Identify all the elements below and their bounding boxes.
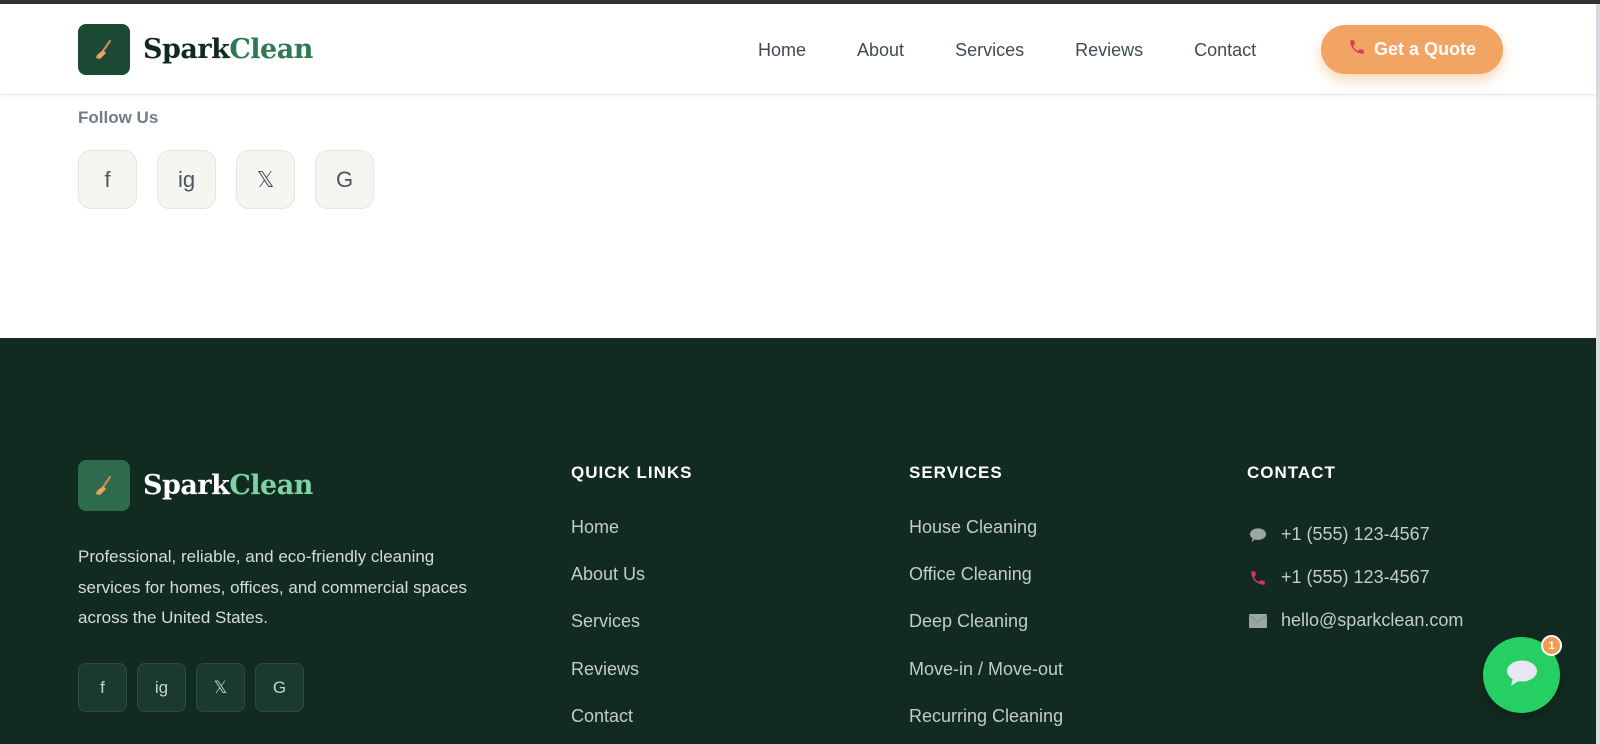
brand-name-part2: Clean (229, 34, 313, 65)
footer-link-about-us[interactable]: About Us (571, 564, 693, 611)
facebook-icon[interactable]: f (78, 663, 127, 712)
footer-social-links: f ig 𝕏 G (78, 663, 314, 712)
contact-whatsapp[interactable]: +1 (555) 123-4567 (1247, 513, 1463, 556)
main-nav: Home About Services Reviews Contact (758, 40, 1256, 61)
footer-brand-name: SparkClean (143, 470, 313, 501)
footer-link-reviews[interactable]: Reviews (571, 659, 693, 706)
footer-link-services[interactable]: Services (571, 611, 693, 658)
footer-link-contact[interactable]: Contact (571, 706, 693, 744)
broom-icon (78, 460, 130, 511)
footer-brand-part1: Spark (143, 470, 230, 501)
contact-column: CONTACT +1 (555) 123-4567 +1 (555) 123-4… (1247, 463, 1463, 642)
get-a-quote-label: Get a Quote (1373, 39, 1476, 59)
footer-link-home[interactable]: Home (571, 517, 693, 564)
contact-phone[interactable]: +1 (555) 123-4567 (1247, 556, 1463, 599)
brand-logo[interactable]: SparkClean (78, 24, 313, 75)
service-link-office-cleaning[interactable]: Office Cleaning (909, 564, 1063, 611)
envelope-icon (1247, 612, 1269, 630)
service-link-move-in-move-out[interactable]: Move-in / Move-out (909, 659, 1063, 706)
contact-heading: CONTACT (1247, 463, 1336, 482)
x-twitter-icon[interactable]: 𝕏 (236, 150, 295, 209)
follow-social-links: f ig 𝕏 G (78, 150, 394, 209)
get-a-quote-button[interactable]: Get a Quote (1321, 25, 1503, 74)
chat-bubble-icon (1505, 658, 1539, 692)
site-footer: SparkClean Professional, reliable, and e… (0, 338, 1596, 744)
phone-icon (1348, 38, 1366, 61)
services-heading: SERVICES (909, 463, 1003, 482)
brand-name: SparkClean (143, 34, 313, 65)
service-link-recurring-cleaning[interactable]: Recurring Cleaning (909, 706, 1063, 744)
instagram-icon[interactable]: ig (137, 663, 186, 712)
nav-home[interactable]: Home (758, 40, 806, 61)
follow-us-label: Follow Us (78, 108, 159, 127)
google-icon[interactable]: G (315, 150, 374, 209)
service-link-house-cleaning[interactable]: House Cleaning (909, 517, 1063, 564)
quick-links-heading: QUICK LINKS (571, 463, 693, 482)
chat-bubble-icon (1247, 526, 1269, 544)
facebook-icon[interactable]: f (78, 150, 137, 209)
phone-icon (1247, 569, 1269, 587)
google-icon[interactable]: G (255, 663, 304, 712)
contact-email-address: hello@sparkclean.com (1281, 610, 1464, 630)
contact-email[interactable]: hello@sparkclean.com (1247, 599, 1463, 642)
nav-reviews[interactable]: Reviews (1075, 40, 1143, 61)
footer-brand-logo[interactable]: SparkClean (78, 460, 313, 511)
page-scrollbar[interactable] (1596, 4, 1600, 744)
broom-icon (78, 24, 130, 75)
nav-services[interactable]: Services (955, 40, 1024, 61)
services-column: SERVICES House Cleaning Office Cleaning … (909, 463, 1063, 744)
nav-contact[interactable]: Contact (1194, 40, 1256, 61)
contact-whatsapp-number: +1 (555) 123-4567 (1281, 524, 1430, 544)
nav-about[interactable]: About (857, 40, 904, 61)
service-link-deep-cleaning[interactable]: Deep Cleaning (909, 611, 1063, 658)
footer-description: Professional, reliable, and eco-friendly… (78, 547, 467, 627)
instagram-icon[interactable]: ig (157, 150, 216, 209)
contact-phone-number: +1 (555) 123-4567 (1281, 567, 1430, 587)
quick-links-column: QUICK LINKS Home About Us Services Revie… (571, 463, 693, 744)
x-twitter-icon[interactable]: 𝕏 (196, 663, 245, 712)
chat-notification-badge: 1 (1541, 635, 1562, 656)
footer-brand-part2: Clean (229, 470, 313, 501)
brand-name-part1: Spark (143, 34, 230, 65)
site-header: SparkClean Home About Services Reviews C… (0, 4, 1596, 95)
